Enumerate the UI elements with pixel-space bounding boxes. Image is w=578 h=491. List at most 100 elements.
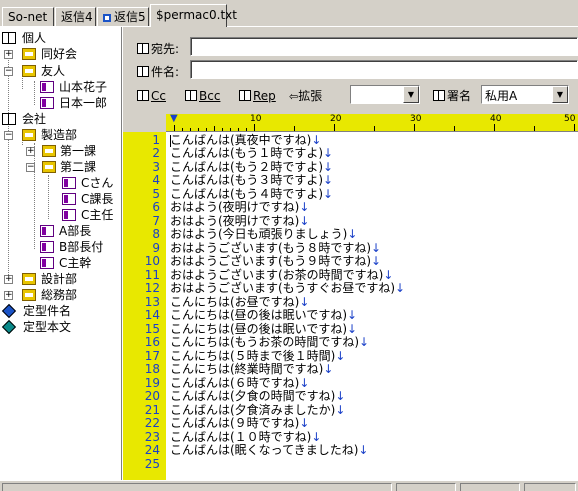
text-line: おはようございます(お茶の時間ですね)↓: [170, 268, 393, 283]
text-line: こんばんは(９時ですね)↓: [170, 416, 309, 431]
tree-item-friends-group[interactable]: + 同好会: [4, 46, 114, 62]
tree-label: 個人: [22, 31, 47, 45]
tree-label: 第二課: [60, 160, 97, 174]
bcc-label: Bcc: [199, 89, 221, 103]
contact-card-icon: [40, 81, 54, 93]
signature-select[interactable]: 私用A ▼: [481, 85, 569, 104]
tree-item-c-exec[interactable]: C主幹: [40, 255, 91, 271]
tree-item-general-affairs[interactable]: + 総務部: [4, 287, 114, 303]
expand-icon[interactable]: +: [4, 275, 13, 284]
subject-label-wrap: 件名:: [137, 63, 179, 80]
to-label: 宛先:: [151, 42, 180, 56]
dropdown-arrow-icon[interactable]: ▼: [403, 86, 419, 103]
ruler-tick: [534, 126, 535, 131]
extend-button[interactable]: ⇦拡張: [289, 87, 322, 105]
line-text: こんばんは(１０時ですね): [170, 429, 312, 444]
line-number: 18: [144, 362, 160, 376]
ruler-tick: [374, 126, 375, 131]
cc-button[interactable]: Cc: [137, 87, 166, 105]
expand-icon[interactable]: +: [4, 291, 13, 300]
tree-item-company[interactable]: 会社: [2, 111, 46, 127]
contact-card-icon: [62, 209, 76, 221]
tree-item-personal[interactable]: 個人: [2, 30, 46, 46]
line-break-icon: ↓: [347, 321, 358, 336]
template-diamond-icon: [1, 303, 17, 319]
line-number: 9: [152, 240, 160, 255]
tab-so-net[interactable]: So-net: [2, 7, 54, 27]
expand-icon[interactable]: +: [26, 147, 35, 156]
ruler-tick: [190, 128, 191, 131]
line-number: 3: [152, 159, 160, 174]
line-break-icon: ↓: [323, 362, 334, 376]
tree-item-c-lead[interactable]: C主任: [62, 207, 113, 223]
rep-button[interactable]: Rep: [239, 87, 276, 105]
group-folder-icon: [42, 161, 56, 173]
text-line: こんにちは(終業時間ですね)↓: [170, 362, 334, 377]
tab-reply5[interactable]: 返信5: [97, 7, 149, 27]
collapse-icon[interactable]: −: [4, 131, 13, 140]
ruler-cursor-marker: ▼: [170, 113, 178, 124]
tree-label: 第一課: [60, 144, 97, 158]
tree-item-section2[interactable]: − 第二課: [22, 159, 118, 175]
text-line: おはようございます(もう８時ですね)↓: [170, 240, 381, 256]
line-break-icon: ↓: [335, 348, 346, 363]
line-number: 23: [144, 429, 160, 444]
signature-button[interactable]: 署名: [433, 87, 471, 105]
tree-label: C課長: [81, 192, 114, 206]
expand-icon[interactable]: +: [4, 50, 13, 59]
tab-label: 返信5: [114, 10, 146, 24]
text-line: こんばんは(眠くなってきましたね)↓: [170, 443, 368, 458]
bcc-button[interactable]: Bcc: [185, 87, 220, 105]
tab-label: So-net: [8, 10, 48, 24]
group-folder-icon: [22, 289, 36, 301]
ruler-tick: [414, 124, 415, 131]
tree-connector: [34, 81, 35, 105]
tree-label: 総務部: [41, 288, 78, 302]
tree-item-c-chief[interactable]: C課長: [62, 191, 113, 207]
to-label-wrap[interactable]: 宛先:: [137, 40, 179, 57]
tree-item-manufacturing[interactable]: − 製造部: [4, 127, 114, 143]
extend-label: 拡張: [298, 89, 323, 103]
line-text: こんばんは(もう１時ですよ): [170, 146, 324, 160]
line-number: 11: [144, 267, 160, 282]
line-number: 8: [152, 227, 160, 241]
tab-reply4[interactable]: 返信4: [55, 7, 96, 27]
dropdown-arrow-icon[interactable]: ▼: [552, 86, 568, 103]
to-field[interactable]: [190, 37, 578, 56]
ruler-tick: [294, 126, 295, 131]
subject-field[interactable]: [190, 60, 578, 79]
contact-card-icon: [40, 257, 54, 269]
tab-permac0[interactable]: $permac0.txt: [150, 4, 237, 27]
status-panel: [2, 483, 392, 491]
tree-item-fixed-subject[interactable]: 定型件名: [1, 303, 71, 319]
tree-item-design[interactable]: + 設計部: [4, 271, 114, 287]
text-line: こんにちは(昼の後は眠いですね)↓: [170, 308, 357, 323]
tree-item-yamamoto[interactable]: 山本花子: [40, 79, 107, 95]
line-text: こんばんは(夕食済みましたか): [170, 402, 336, 417]
tree-item-a-manager[interactable]: A部長: [40, 223, 91, 239]
tree-item-friend[interactable]: − 友人: [4, 63, 114, 79]
collapse-icon[interactable]: −: [4, 67, 13, 76]
ruler-tick: [254, 124, 255, 131]
status-panel: [524, 483, 576, 491]
line-number: 22: [144, 416, 160, 430]
text-editor[interactable]: こんばんは(真夜中ですね)↓ こんばんは(もう１時ですよ)↓ こんばんは(もう２時で…: [166, 132, 578, 480]
line-text: こんばんは(もう３時ですよ): [170, 173, 324, 187]
tree-item-section1[interactable]: + 第一課: [22, 143, 118, 159]
line-break-icon: ↓: [299, 375, 310, 390]
text-line: こんにちは(もうお茶の時間ですね)↓: [170, 335, 369, 350]
address-book-icon: [137, 90, 149, 101]
address-tree[interactable]: 個人 + 同好会 − 友人 山本花子 日本一郎 会社 − 製造部 + 第一課 −…: [0, 27, 122, 480]
extend-select[interactable]: ▼: [350, 85, 420, 104]
line-text: おはようございます(もう９時ですね): [170, 254, 372, 268]
tree-item-c-san[interactable]: Cさん: [62, 175, 113, 191]
line-text: おはようございます(もう８時ですね): [170, 240, 372, 255]
tree-item-b-deputy[interactable]: B部長付: [40, 239, 103, 255]
status-panel: [396, 483, 456, 491]
tree-item-fixed-body[interactable]: 定型本文: [1, 319, 71, 335]
text-line: こんばんは(夕食済みましたか)↓: [170, 402, 345, 418]
tree-item-nihon[interactable]: 日本一郎: [40, 95, 107, 111]
line-number: 12: [144, 281, 160, 295]
line-text: こんばんは(真夜中ですね): [170, 132, 312, 147]
collapse-icon[interactable]: −: [26, 163, 35, 172]
